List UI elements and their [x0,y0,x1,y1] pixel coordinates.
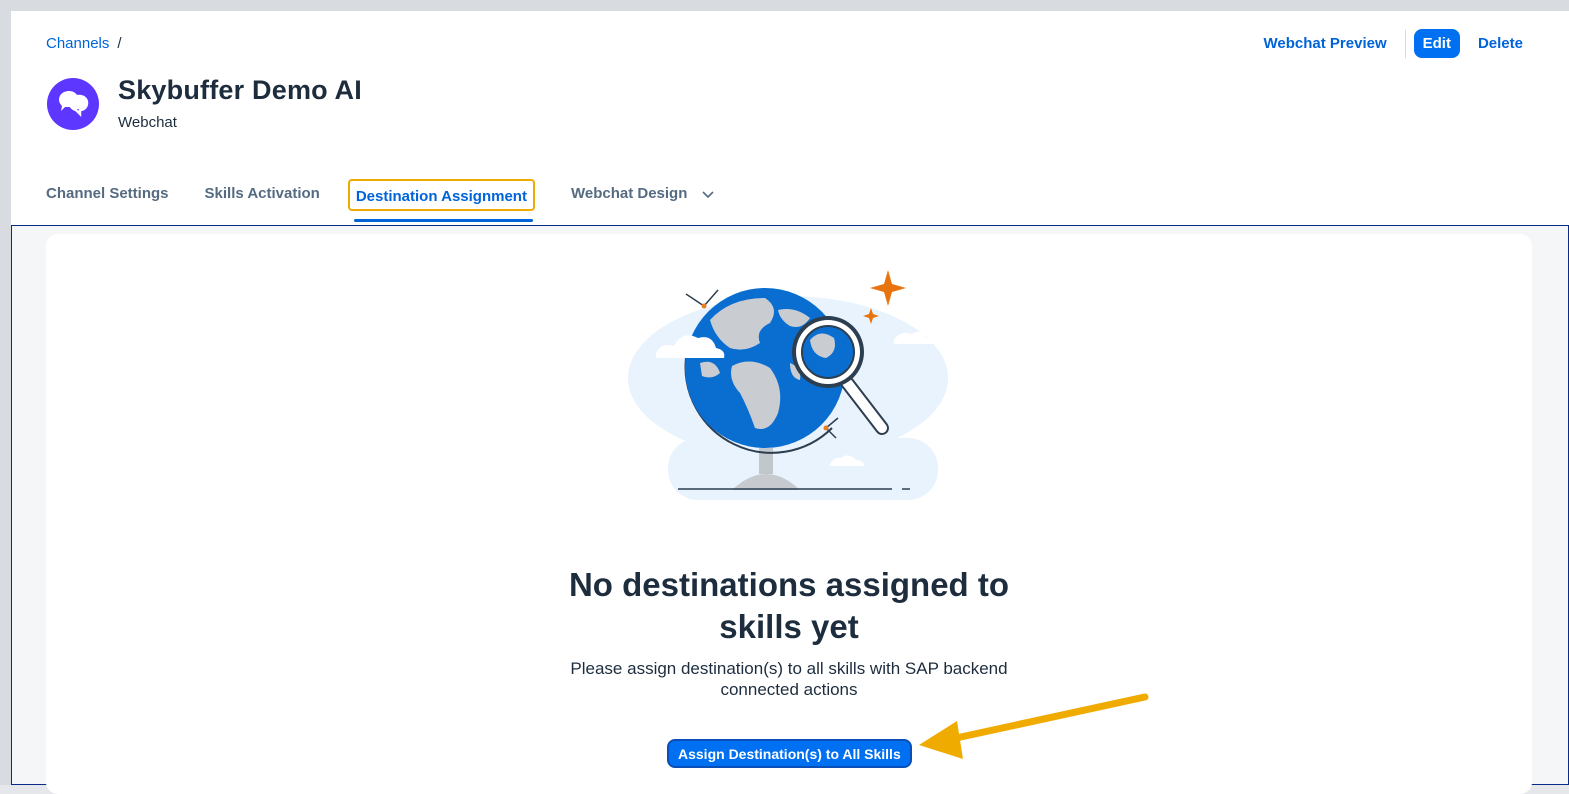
tab-bar: Channel Settings Skills Activation Desti… [46,179,750,225]
tab-webchat-design-label: Webchat Design [570,185,688,202]
avatar [47,78,99,130]
delete-button[interactable]: Delete [1468,29,1533,58]
window-frame: Channels / Webchat Preview Edit Delete S… [0,0,1569,794]
assign-destinations-button[interactable]: Assign Destination(s) to All Skills [667,739,912,768]
chevron-down-icon[interactable] [701,186,714,203]
breadcrumb-separator: / [117,35,122,52]
page-subtitle: Webchat [118,114,177,131]
arrow-annotation [919,693,1149,759]
tab-content: No destinations assigned to skills yet P… [11,225,1569,794]
empty-state-card: No destinations assigned to skills yet P… [46,234,1532,794]
app-shell: Channels / Webchat Preview Edit Delete S… [11,11,1569,794]
object-header: Channels / Webchat Preview Edit Delete S… [11,11,1569,225]
header-actions: Webchat Preview Edit Delete [1254,29,1533,58]
tab-channel-settings[interactable]: Channel Settings [46,181,169,225]
empty-state-title: No destinations assigned to skills yet [568,566,1010,645]
actions-divider [1404,29,1406,58]
edit-button[interactable]: Edit [1413,29,1460,58]
tab-skills-activation[interactable]: Skills Activation [205,181,320,225]
globe-magnifier-illustration [628,270,948,500]
breadcrumb: Channels / [46,35,122,52]
chat-bubbles-icon [59,91,89,118]
webchat-preview-button[interactable]: Webchat Preview [1254,29,1397,58]
breadcrumb-channels-link[interactable]: Channels [46,35,109,52]
page-title: Skybuffer Demo AI [118,75,362,105]
tab-webchat-design[interactable]: Webchat Design [571,181,714,225]
tab-destination-assignment[interactable]: Destination Assignment [347,179,535,222]
